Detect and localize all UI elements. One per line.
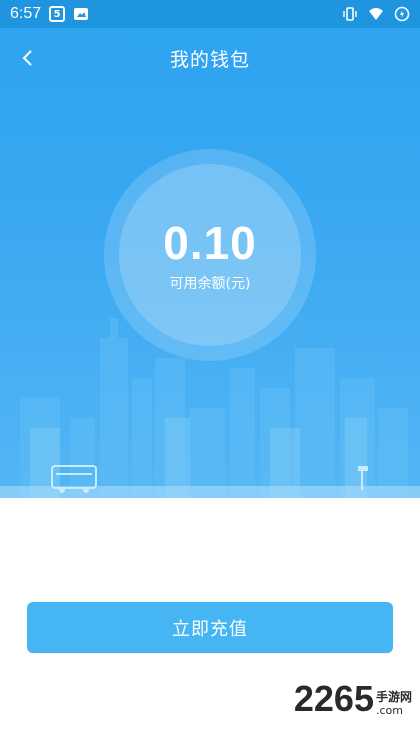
notification-image-icon (74, 8, 89, 20)
notification-app-icon: 5 (49, 6, 66, 22)
wallet-hero: 我的钱包 0.10 可用余额(元) (0, 28, 420, 498)
status-time: 6:57 (10, 5, 42, 22)
watermark-side: 手游网 .com (376, 690, 412, 717)
status-bar: 6:57 5 (0, 0, 420, 28)
battery-icon (394, 6, 410, 22)
balance-ring: 0.10 可用余额(元) (104, 149, 316, 361)
recharge-button[interactable]: 立即充值 (27, 602, 393, 653)
chevron-left-icon (22, 50, 32, 66)
status-bar-right (342, 6, 410, 22)
watermark-logo: 2265 手游网 .com (293, 678, 412, 719)
header-bar: 我的钱包 (0, 28, 420, 88)
watermark-cn: 手游网 (375, 690, 412, 704)
balance-circle: 0.10 可用余额(元) (119, 164, 301, 346)
balance-amount: 0.10 (163, 217, 257, 269)
page-title: 我的钱包 (169, 48, 250, 71)
status-bar-left: 6:57 5 (10, 5, 89, 23)
balance-label: 可用余额(元) (169, 276, 251, 292)
watermark-domain: .com (375, 704, 403, 717)
watermark-number: 2265 (293, 678, 374, 719)
wifi-icon (369, 8, 383, 20)
back-button[interactable] (16, 46, 40, 70)
vibrate-icon (343, 7, 357, 21)
